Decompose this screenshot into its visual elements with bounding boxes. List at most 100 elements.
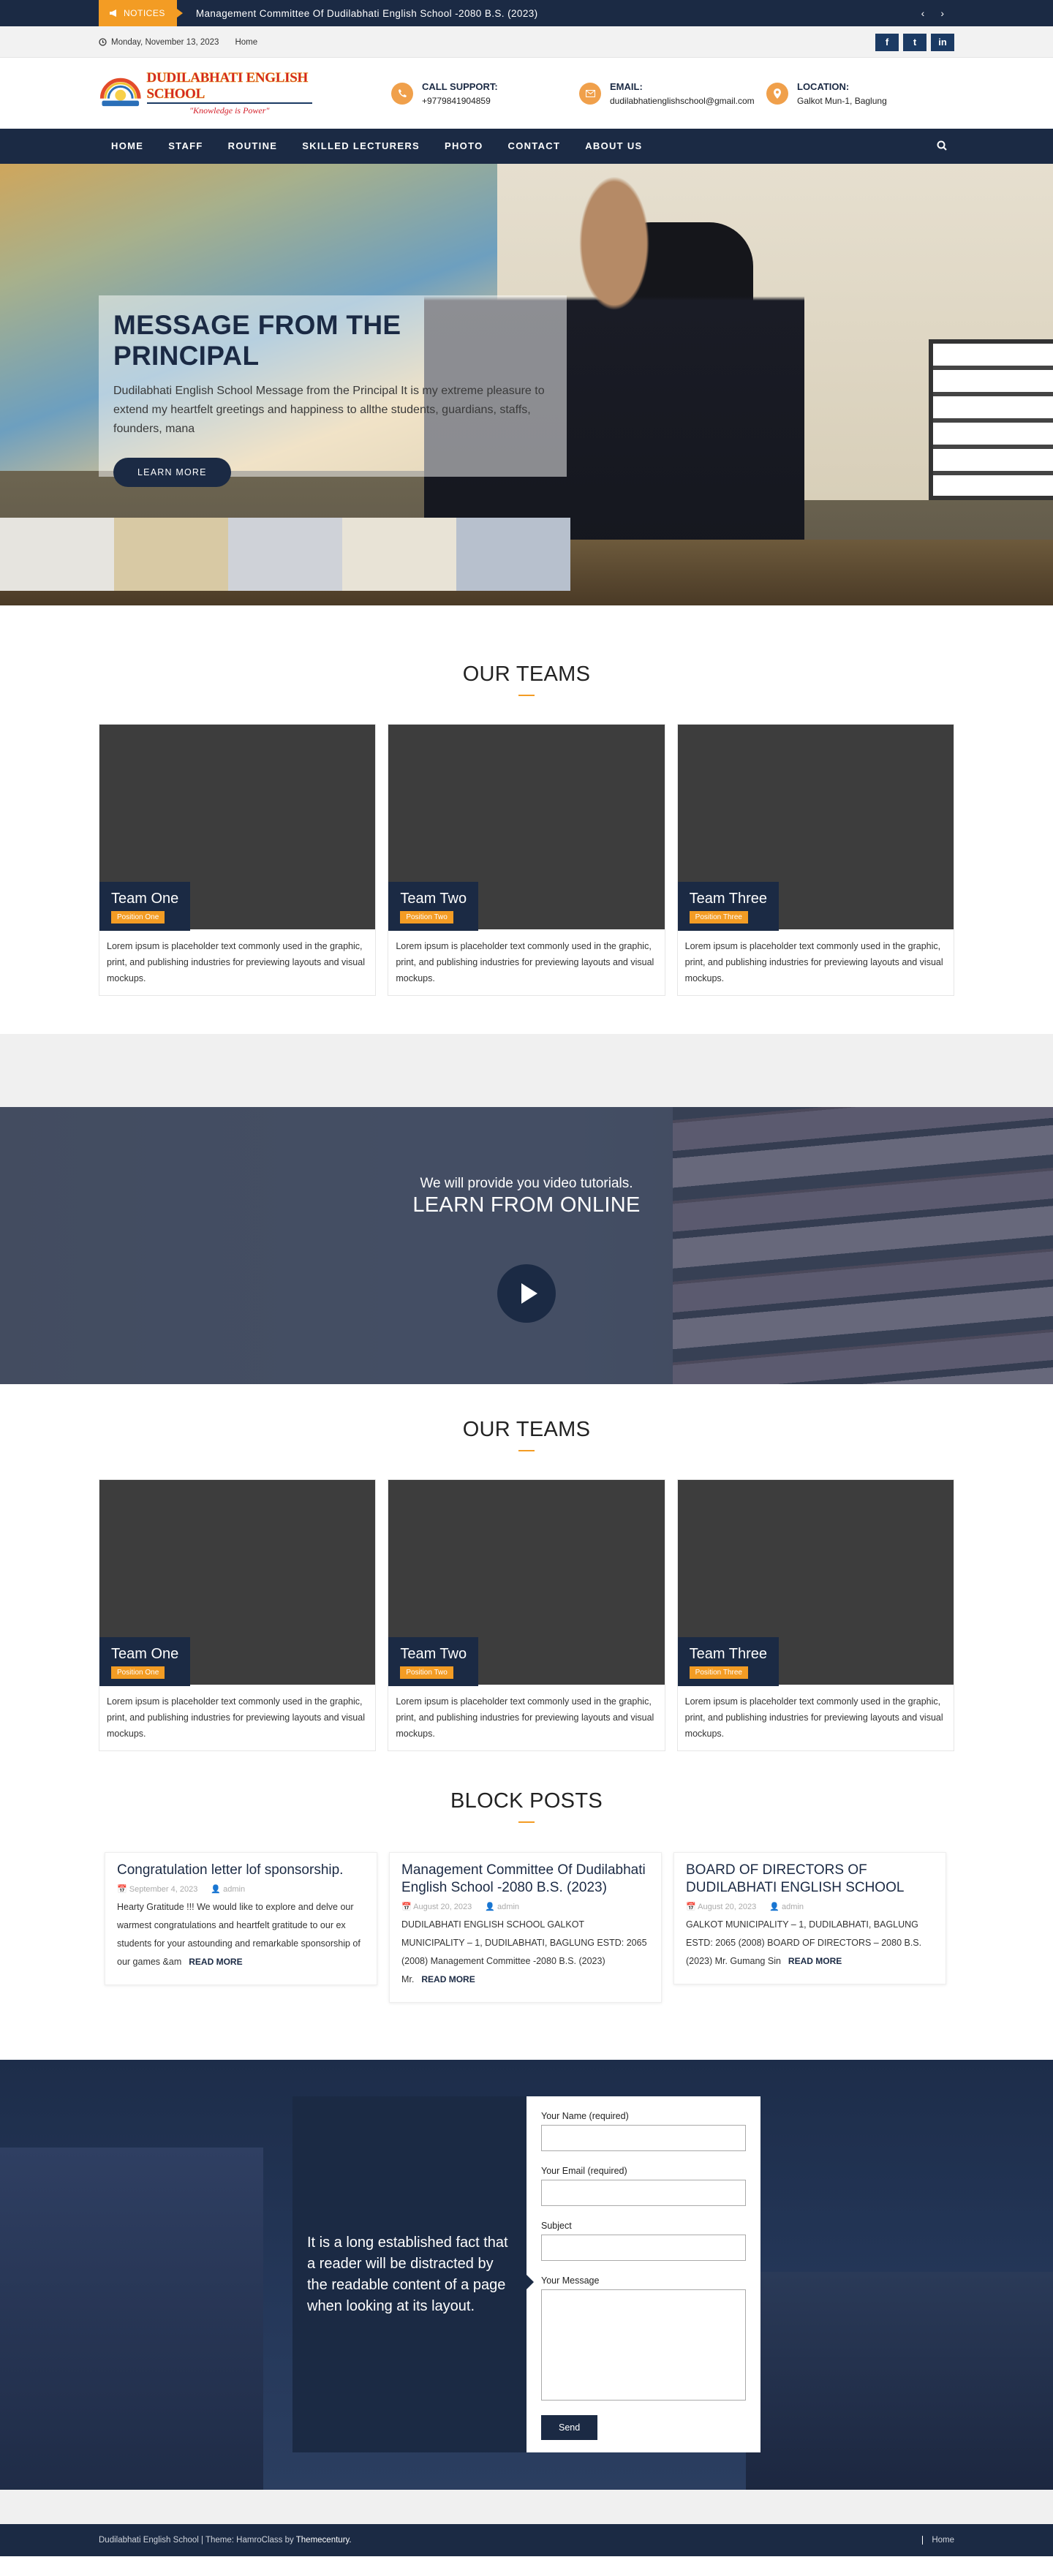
- team-description: Lorem ipsum is placeholder text commonly…: [107, 1696, 365, 1739]
- read-more-link[interactable]: READ MORE: [788, 1956, 842, 1966]
- hero-title: MESSAGE FROM THE PRINCIPAL: [113, 310, 401, 371]
- next-arrow-icon[interactable]: ›: [940, 7, 944, 19]
- linkedin-icon[interactable]: in: [931, 33, 954, 51]
- post-date: 📅 August 20, 2023: [401, 1903, 472, 1911]
- team-position: Position Three: [689, 1666, 748, 1679]
- read-more-link[interactable]: READ MORE: [189, 1957, 242, 1967]
- current-date: Monday, November 13, 2023: [99, 38, 219, 47]
- email-title: EMAIL:: [610, 80, 643, 92]
- notice-link[interactable]: Management Committee Of Dudilabhati Engl…: [196, 8, 921, 19]
- site-header: DUDILABHATI ENGLISH SCHOOL "Knowledge is…: [0, 58, 1053, 129]
- blog-post: Congratulation letter lof sponsorship. 📅…: [105, 1852, 377, 1985]
- call-support: CALL SUPPORT: +9779841904859: [391, 81, 498, 106]
- team-description: Lorem ipsum is placeholder text commonly…: [396, 941, 654, 983]
- phone-icon: [391, 82, 413, 105]
- email-address[interactable]: dudilabhatienglishschool@gmail.com: [610, 96, 755, 106]
- subject-field[interactable]: [541, 2235, 746, 2261]
- team-position: Position Two: [400, 911, 453, 923]
- nav-home[interactable]: HOME: [99, 129, 156, 164]
- post-date: 📅 September 4, 2023: [117, 1885, 198, 1894]
- email-label: Your Email (required): [541, 2166, 627, 2176]
- notice-tag: NOTICES: [99, 0, 183, 26]
- envelope-icon: [579, 82, 601, 105]
- name-label: Your Name (required): [541, 2111, 629, 2121]
- send-button[interactable]: Send: [541, 2415, 598, 2440]
- team-name: Team One: [111, 891, 179, 907]
- team-name: Team Three: [689, 891, 768, 907]
- team-card[interactable]: Team One Position One Lorem ipsum is plac…: [99, 1479, 377, 1751]
- team-card[interactable]: Team Three Position Three Lorem ipsum is …: [676, 1479, 954, 1751]
- team-image: Team One Position One: [99, 1480, 376, 1686]
- message-field[interactable]: [541, 2289, 746, 2401]
- hero-banner: MESSAGE FROM THE PRINCIPAL Dudilabhati E…: [0, 164, 1053, 605]
- footer-credit: Dudilabhati English School | Theme: Hamr…: [99, 2536, 352, 2545]
- logo-motto: "Knowledge is Power": [189, 105, 270, 116]
- nav-skilled-lecturers[interactable]: SKILLED LECTURERS: [290, 129, 432, 164]
- nav-about-us[interactable]: ABOUT US: [573, 129, 654, 164]
- blog-posts-section: BLOCK POSTS Congratulation letter lof sp…: [0, 1788, 1053, 2060]
- teams-section-1: OUR TEAMS Team One Position One Lorem ips…: [0, 605, 1053, 1034]
- nav-routine[interactable]: ROUTINE: [216, 129, 290, 164]
- site-footer: Dudilabhati English School | Theme: Hamr…: [0, 2524, 1053, 2556]
- video-title: LEARN FROM ONLINE: [412, 1193, 641, 1217]
- notice-bar: NOTICES Management Committee Of Dudilabh…: [0, 0, 1053, 26]
- call-support-title: CALL SUPPORT:: [422, 80, 498, 92]
- prev-arrow-icon[interactable]: ‹: [921, 7, 925, 19]
- map-pin-icon: [766, 82, 788, 105]
- play-button-icon[interactable]: [497, 1264, 556, 1323]
- post-title[interactable]: BOARD OF DIRECTORS OF DUDILABHATI ENGLIS…: [686, 1862, 934, 1897]
- team-description: Lorem ipsum is placeholder text commonly…: [396, 1696, 654, 1739]
- main-nav: HOME STAFF ROUTINE SKILLED LECTURERS PHO…: [0, 129, 1053, 164]
- team-name: Team Three: [689, 1646, 768, 1662]
- team-image: Team Three Position Three: [677, 1480, 954, 1686]
- team-name: Team One: [111, 1646, 179, 1662]
- post-date: 📅 August 20, 2023: [686, 1903, 757, 1911]
- search-icon[interactable]: [937, 140, 954, 153]
- team-name: Team Two: [400, 891, 467, 907]
- name-field[interactable]: [541, 2125, 746, 2151]
- email-field[interactable]: [541, 2180, 746, 2206]
- phone-number[interactable]: +9779841904859: [422, 96, 491, 106]
- top-home-link[interactable]: Home: [235, 38, 257, 47]
- notice-label: NOTICES: [124, 8, 165, 18]
- contact-section: It is a long established fact that a rea…: [0, 2060, 1053, 2490]
- team-card[interactable]: Team Two Position Two Lorem ipsum is plac…: [388, 1479, 665, 1751]
- nav-staff[interactable]: STAFF: [156, 129, 215, 164]
- team-image: Team Two Position Two: [388, 1480, 665, 1686]
- learn-more-button[interactable]: LEARN MORE: [113, 458, 231, 487]
- teams-section-2: OUR TEAMS Team One Position One Lorem ips…: [0, 1384, 1053, 1788]
- school-logo[interactable]: DUDILABHATI ENGLISH SCHOOL "Knowledge is…: [99, 70, 312, 116]
- team-position: Position One: [111, 911, 165, 923]
- post-title[interactable]: Management Committee Of Dudilabhati Engl…: [401, 1862, 649, 1897]
- team-card[interactable]: Team One Position One Lorem ipsum is plac…: [99, 724, 377, 996]
- school-crest-icon: [99, 78, 141, 106]
- team-image: Team Two Position Two: [388, 725, 665, 931]
- contact-quote-panel: It is a long established fact that a rea…: [292, 2096, 534, 2452]
- top-bar: Monday, November 13, 2023 Home f t in: [0, 26, 1053, 58]
- posts-title: BLOCK POSTS: [450, 1789, 603, 1813]
- team-image: Team One Position One: [99, 725, 376, 931]
- logo-school-name: DUDILABHATI ENGLISH SCHOOL: [146, 70, 312, 104]
- contact-quote: It is a long established fact that a rea…: [307, 2234, 508, 2314]
- post-title[interactable]: Congratulation letter lof sponsorship.: [117, 1862, 365, 1879]
- facebook-icon[interactable]: f: [875, 33, 899, 51]
- team-position: Position One: [111, 1666, 165, 1679]
- post-author: 👤 admin: [769, 1903, 804, 1911]
- theme-link[interactable]: Themecentury.: [296, 2536, 352, 2545]
- team-card[interactable]: Team Three Position Three Lorem ipsum is …: [676, 724, 954, 996]
- nav-photo[interactable]: PHOTO: [432, 129, 496, 164]
- video-subtitle: We will provide you video tutorials.: [420, 1176, 633, 1191]
- message-label: Your Message: [541, 2275, 600, 2286]
- footer-home-link[interactable]: Home: [922, 2536, 954, 2545]
- team-card[interactable]: Team Two Position Two Lorem ipsum is plac…: [388, 724, 665, 996]
- megaphone-icon: [110, 10, 116, 17]
- principal-message-box: MESSAGE FROM THE PRINCIPAL Dudilabhati E…: [99, 295, 567, 487]
- video-section: We will provide you video tutorials. LEA…: [0, 1107, 1053, 1384]
- twitter-icon[interactable]: t: [903, 33, 926, 51]
- nav-contact[interactable]: CONTACT: [496, 129, 573, 164]
- social-links: f t in: [875, 33, 954, 51]
- team-description: Lorem ipsum is placeholder text commonly…: [684, 941, 943, 983]
- team-image: Team Three Position Three: [677, 725, 954, 931]
- team-description: Lorem ipsum is placeholder text commonly…: [684, 1696, 943, 1739]
- read-more-link[interactable]: READ MORE: [421, 1974, 475, 1984]
